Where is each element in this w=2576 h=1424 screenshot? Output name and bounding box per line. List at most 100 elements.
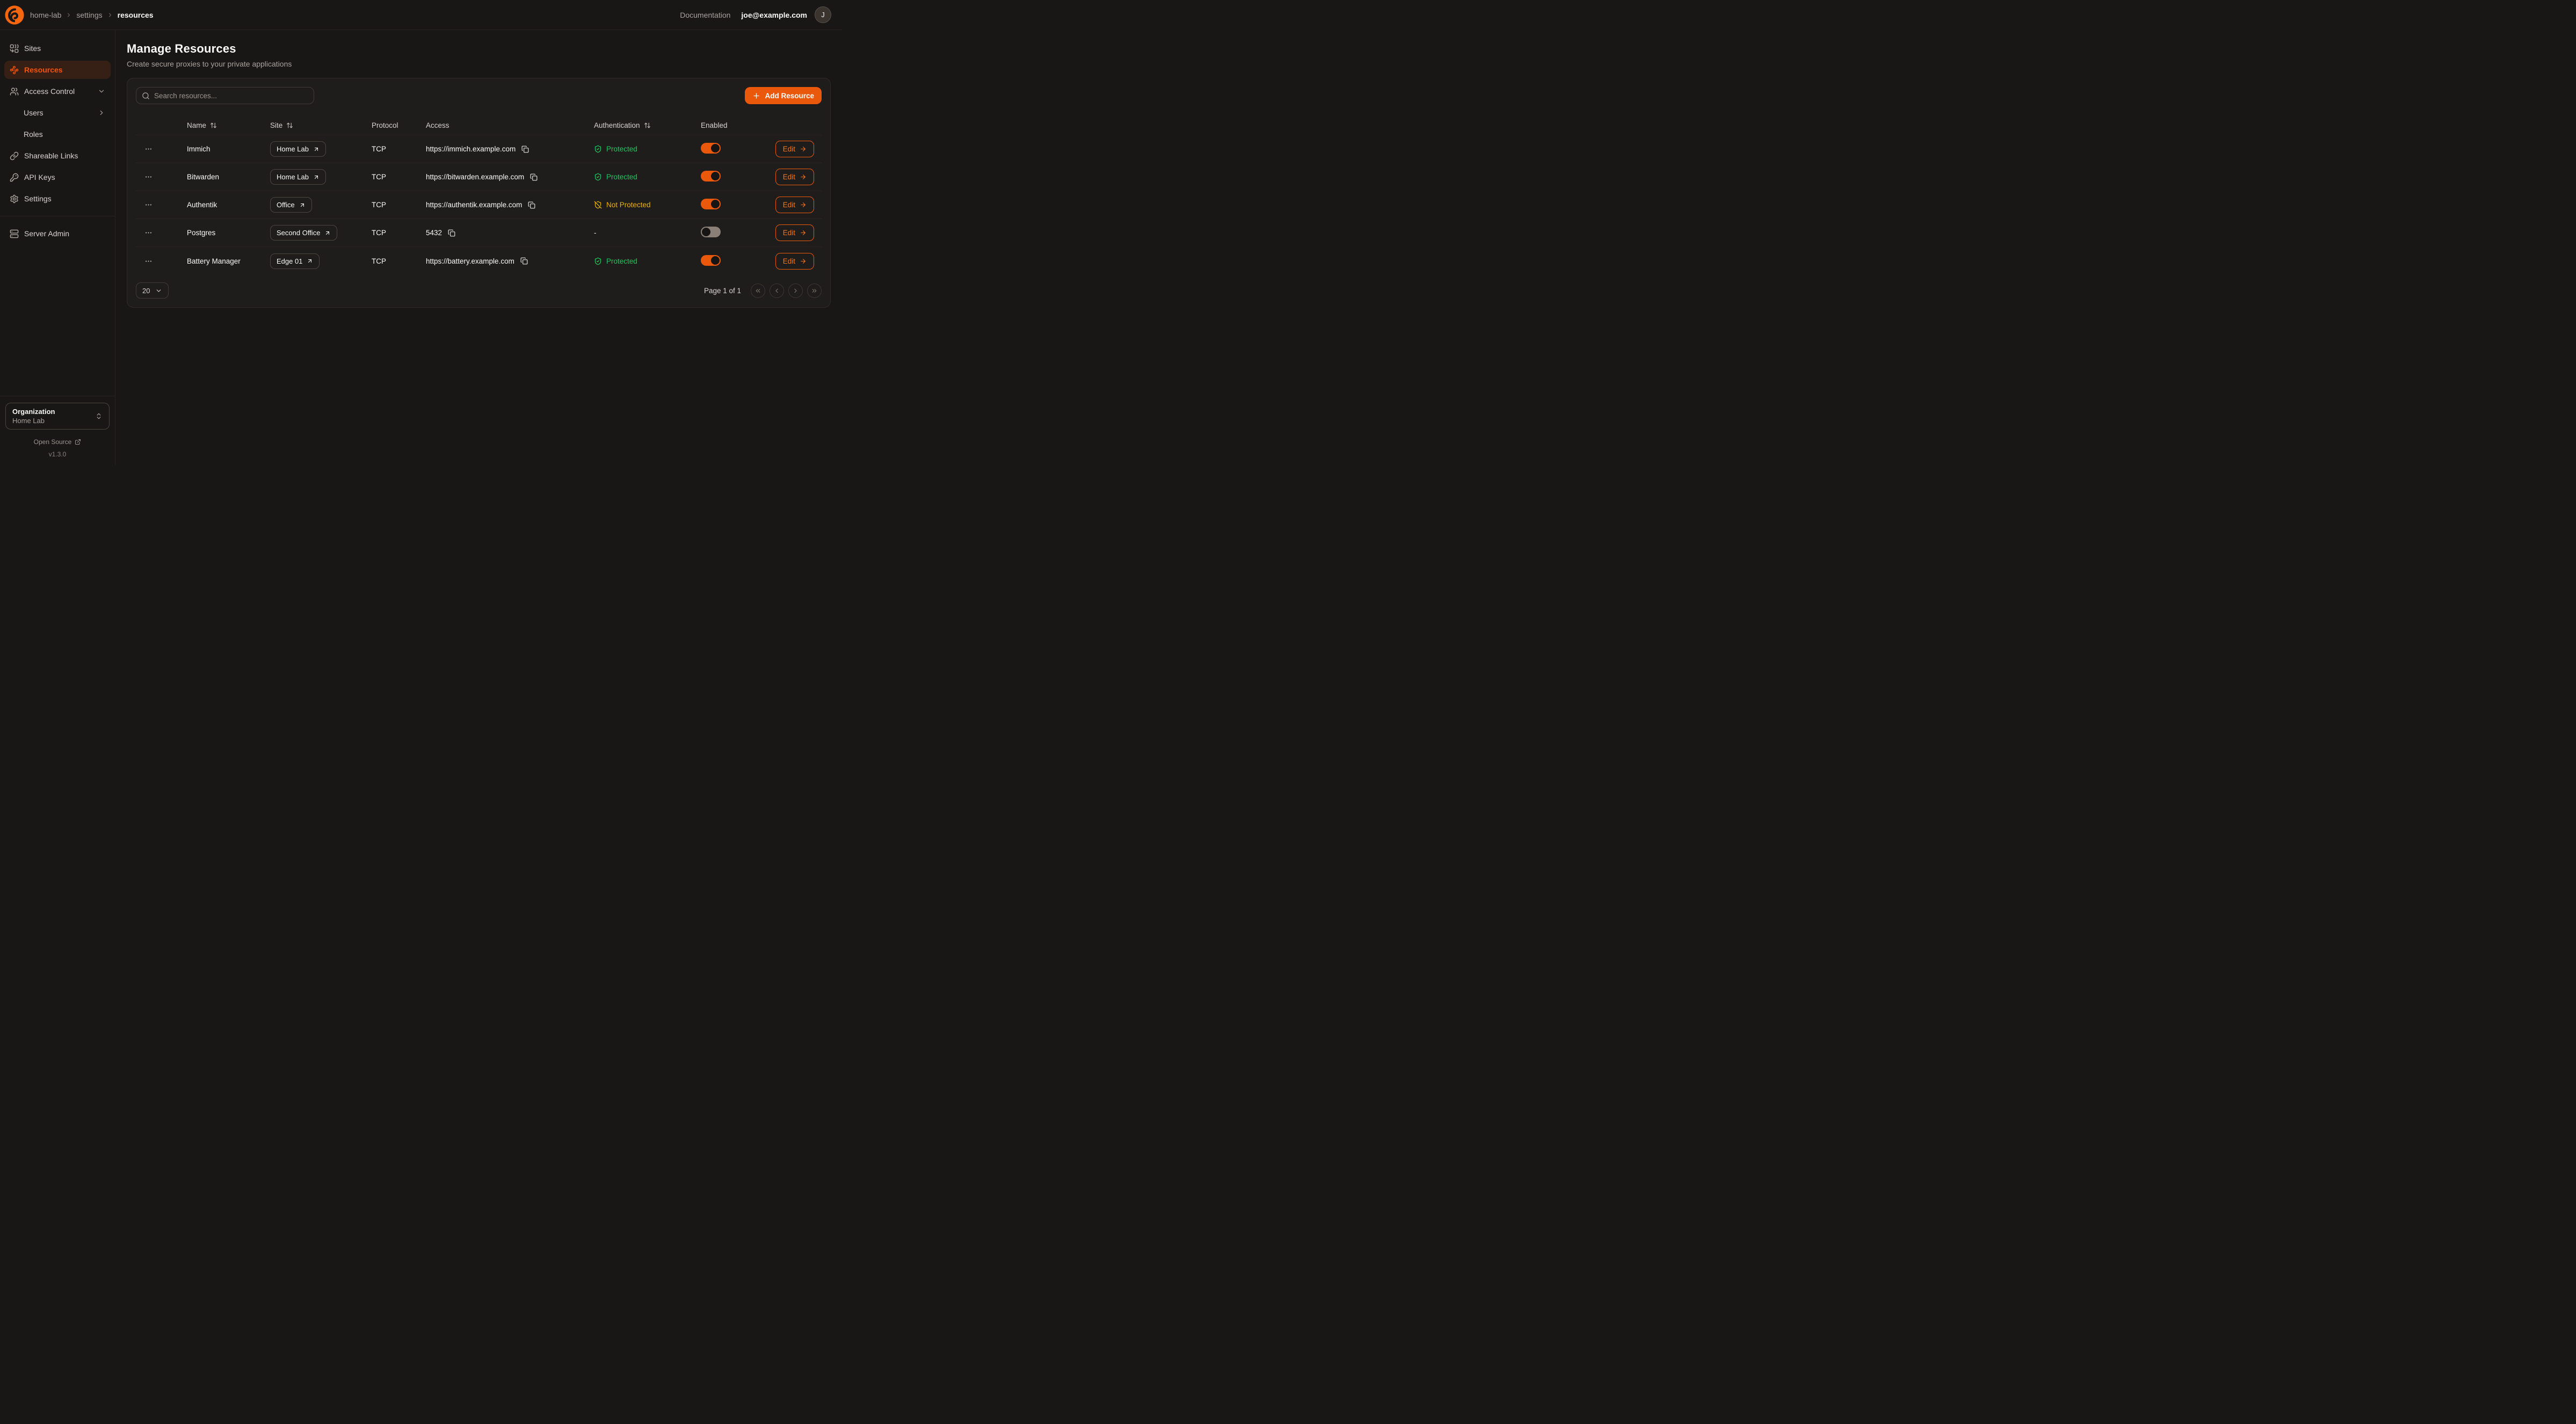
server-icon bbox=[10, 229, 19, 238]
last-page-button[interactable] bbox=[807, 284, 822, 298]
combine-icon bbox=[10, 44, 19, 53]
chevron-right-icon bbox=[98, 109, 105, 117]
site-link[interactable]: Second Office bbox=[270, 225, 337, 241]
avatar[interactable]: J bbox=[815, 6, 831, 23]
sidebar-item-users[interactable]: Users bbox=[4, 104, 111, 122]
enabled-toggle[interactable] bbox=[701, 171, 721, 181]
enabled-toggle[interactable] bbox=[701, 255, 721, 266]
sidebar-item-label: Resources bbox=[24, 66, 63, 74]
resource-name: Bitwarden bbox=[187, 173, 270, 181]
edit-button[interactable]: Edit bbox=[775, 224, 814, 241]
sort-icon bbox=[644, 122, 651, 129]
access-url: 5432 bbox=[426, 229, 442, 237]
row-menu-button[interactable] bbox=[144, 229, 153, 237]
site-link[interactable]: Home Lab bbox=[270, 141, 326, 157]
table-row: Postgres Second Office TCP 5432 - Edit bbox=[136, 219, 822, 247]
protocol: TCP bbox=[372, 173, 426, 181]
org-switcher-value: Home Lab bbox=[12, 417, 55, 425]
edit-button[interactable]: Edit bbox=[775, 253, 814, 270]
resource-name: Battery Manager bbox=[187, 257, 270, 265]
gear-icon bbox=[10, 194, 19, 204]
shield-check-icon bbox=[594, 173, 602, 181]
sidebar-item-api-keys[interactable]: API Keys bbox=[4, 168, 111, 186]
sidebar-item-resources[interactable]: Resources bbox=[4, 61, 111, 79]
page-subtitle: Create secure proxies to your private ap… bbox=[127, 60, 831, 68]
auth-status: Protected bbox=[594, 173, 701, 181]
auth-label: - bbox=[594, 229, 597, 237]
site-link[interactable]: Edge 01 bbox=[270, 253, 320, 269]
shield-off-icon bbox=[594, 201, 602, 209]
page-size-select[interactable]: 20 bbox=[136, 282, 169, 299]
row-menu-button[interactable] bbox=[144, 173, 153, 181]
sidebar-item-label: Access Control bbox=[24, 87, 75, 96]
enabled-toggle[interactable] bbox=[701, 143, 721, 154]
users-icon bbox=[10, 87, 19, 96]
documentation-link[interactable]: Documentation bbox=[680, 11, 730, 19]
arrow-right-icon bbox=[800, 229, 807, 236]
sidebar-item-access-control[interactable]: Access Control bbox=[4, 82, 111, 100]
first-page-button[interactable] bbox=[751, 284, 765, 298]
topbar: home-lab settings resources Documentatio… bbox=[0, 0, 842, 30]
sidebar-item-server-admin[interactable]: Server Admin bbox=[4, 224, 111, 243]
enabled-toggle[interactable] bbox=[701, 227, 721, 237]
enabled-toggle[interactable] bbox=[701, 199, 721, 209]
user-email[interactable]: joe@example.com bbox=[741, 11, 807, 19]
arrow-right-icon bbox=[800, 258, 807, 265]
chevron-right-icon bbox=[107, 12, 113, 18]
chevron-down-icon bbox=[155, 287, 162, 294]
ellipsis-icon bbox=[144, 257, 153, 265]
copy-icon[interactable] bbox=[520, 257, 528, 265]
access-url: https://battery.example.com bbox=[426, 257, 514, 265]
access-url: https://authentik.example.com bbox=[426, 201, 522, 209]
search-input[interactable] bbox=[154, 92, 308, 100]
sidebar-item-shareable-links[interactable]: Shareable Links bbox=[4, 147, 111, 165]
copy-icon[interactable] bbox=[528, 201, 535, 209]
previous-page-button[interactable] bbox=[770, 284, 784, 298]
resources-card: Add Resource Name Site Protocol Access bbox=[127, 78, 831, 308]
main-content: Manage Resources Create secure proxies t… bbox=[115, 30, 842, 466]
column-header-name[interactable]: Name bbox=[187, 121, 270, 129]
open-source-link[interactable]: Open Source bbox=[5, 438, 110, 446]
sidebar-item-label: Sites bbox=[24, 44, 41, 53]
sidebar-item-label: Settings bbox=[24, 194, 52, 203]
arrow-up-right-icon bbox=[313, 174, 320, 180]
auth-status: Protected bbox=[594, 257, 701, 265]
column-header-enabled: Enabled bbox=[701, 121, 765, 129]
search-box[interactable] bbox=[136, 87, 314, 104]
site-link[interactable]: Office bbox=[270, 197, 312, 213]
add-resource-button[interactable]: Add Resource bbox=[745, 87, 822, 104]
next-page-button[interactable] bbox=[788, 284, 803, 298]
edit-button[interactable]: Edit bbox=[775, 197, 814, 213]
auth-label: Protected bbox=[606, 257, 637, 265]
table-row: Bitwarden Home Lab TCP https://bitwarden… bbox=[136, 163, 822, 191]
chevrons-right-icon bbox=[811, 287, 818, 294]
copy-icon[interactable] bbox=[448, 229, 455, 237]
org-switcher[interactable]: Organization Home Lab bbox=[5, 403, 110, 430]
sidebar-item-settings[interactable]: Settings bbox=[4, 190, 111, 208]
arrow-right-icon bbox=[800, 173, 807, 180]
sidebar-item-sites[interactable]: Sites bbox=[4, 39, 111, 57]
row-menu-button[interactable] bbox=[144, 257, 153, 265]
copy-icon[interactable] bbox=[521, 146, 529, 153]
copy-icon[interactable] bbox=[530, 173, 538, 181]
chevron-right-icon bbox=[792, 287, 799, 294]
ellipsis-icon bbox=[144, 201, 153, 209]
app-version: v1.3.0 bbox=[5, 451, 110, 458]
column-header-protocol: Protocol bbox=[372, 121, 426, 129]
auth-label: Protected bbox=[606, 145, 637, 153]
arrow-up-right-icon bbox=[307, 258, 313, 264]
edit-button[interactable]: Edit bbox=[775, 141, 814, 157]
row-menu-button[interactable] bbox=[144, 145, 153, 153]
chevrons-left-icon bbox=[754, 287, 761, 294]
sidebar: Sites Resources Access Control Users Rol… bbox=[0, 30, 115, 466]
row-menu-button[interactable] bbox=[144, 201, 153, 209]
edit-button[interactable]: Edit bbox=[775, 169, 814, 185]
sort-icon bbox=[286, 122, 293, 129]
column-header-site[interactable]: Site bbox=[270, 121, 372, 129]
column-header-authentication[interactable]: Authentication bbox=[594, 121, 701, 129]
site-link[interactable]: Home Lab bbox=[270, 169, 326, 185]
breadcrumb-org[interactable]: home-lab bbox=[30, 11, 61, 19]
org-switcher-label: Organization bbox=[12, 408, 55, 416]
breadcrumb-settings[interactable]: settings bbox=[76, 11, 102, 19]
sidebar-item-roles[interactable]: Roles bbox=[4, 125, 111, 143]
